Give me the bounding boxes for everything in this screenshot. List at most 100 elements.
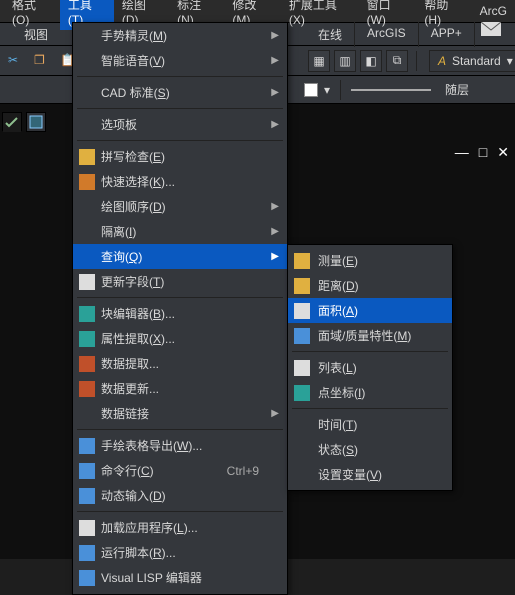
text-style-dropdown[interactable]: A Standard ▾ xyxy=(429,50,515,72)
tools-menu-item[interactable]: 数据链接▶ xyxy=(73,401,287,426)
menu-item-label: 块编辑器(B)... xyxy=(101,305,175,322)
menu-item-label: 快速选择(K)... xyxy=(101,173,175,190)
left-tool-icons: ✂ ❐ 📋 xyxy=(0,53,76,69)
menu-item-icon xyxy=(294,278,310,294)
tools-menu-item[interactable]: CAD 标准(S)▶ xyxy=(73,80,287,105)
table-icon: ▥ xyxy=(339,54,350,68)
tools-menu-item[interactable]: 智能语音(V)▶ xyxy=(73,48,287,73)
tab-app-plus[interactable]: APP+ xyxy=(419,22,475,47)
menu-item-icon xyxy=(79,520,95,536)
query-submenu-item[interactable]: 列表(L) xyxy=(288,355,452,380)
close-icon[interactable]: ✕ xyxy=(497,144,509,161)
grid-icon: ▦ xyxy=(313,54,324,68)
tools-menu-item[interactable]: 加载应用程序(L)... xyxy=(73,515,287,540)
query-submenu-item[interactable]: 时间(T) xyxy=(288,412,452,437)
submenu-arrow-icon: ▶ xyxy=(271,119,279,130)
menu-item-label: 属性提取(X)... xyxy=(101,330,175,347)
minimize-icon[interactable]: — xyxy=(455,144,469,161)
query-submenu-item[interactable]: 面积(A) xyxy=(288,298,452,323)
menu-item-icon xyxy=(294,303,310,319)
query-submenu-item[interactable]: 距离(D) xyxy=(288,273,452,298)
menu-item-icon xyxy=(294,360,310,376)
menu-item-label: 数据链接 xyxy=(101,405,149,422)
separator xyxy=(340,80,341,100)
menu-item-icon xyxy=(294,253,310,269)
tools-menu-item[interactable]: 查询(Q)▶ xyxy=(73,244,287,269)
document-tabs xyxy=(2,112,46,132)
menu-item-icon xyxy=(79,274,95,290)
submenu-arrow-icon: ▶ xyxy=(271,87,279,98)
tab-view[interactable]: 视图 xyxy=(0,22,72,47)
menu-item-label: 加载应用程序(L)... xyxy=(101,519,198,536)
separator xyxy=(416,51,417,71)
tools-menu-item[interactable]: 绘图顺序(D) ▶ xyxy=(73,194,287,219)
linetype-preview xyxy=(351,89,431,91)
tools-menu-item[interactable]: 块编辑器(B)... xyxy=(73,301,287,326)
submenu-arrow-icon: ▶ xyxy=(271,226,279,237)
tab-online[interactable]: 在线 xyxy=(306,22,355,47)
menu-item-icon xyxy=(79,488,95,504)
menu-item-icon xyxy=(79,438,95,454)
chevron-down-icon[interactable]: ▾ xyxy=(324,83,330,97)
linetype-label[interactable]: 随层 xyxy=(445,81,469,98)
menu-item-label: 距离(D) xyxy=(318,277,359,294)
menu-item-icon xyxy=(79,463,95,479)
menu-item-label: 手绘表格导出(W)... xyxy=(101,437,202,454)
doc-tab-2[interactable] xyxy=(26,112,46,132)
menu-item-label: Visual LISP 编辑器 xyxy=(101,569,202,586)
tab-arcgis[interactable]: ArcGIS xyxy=(355,22,419,47)
tools-menu-item[interactable]: 手势精灵(M)▶ xyxy=(73,23,287,48)
menu-item-label: 面域/质量特性(M) xyxy=(318,327,411,344)
query-submenu-item[interactable]: 设置变量(V) xyxy=(288,462,452,487)
submenu-arrow-icon: ▶ xyxy=(271,201,279,212)
tools-menu-item[interactable]: 更新字段(T) xyxy=(73,269,287,294)
panel-icon: ◧ xyxy=(365,54,376,68)
tool-btn-3[interactable]: ◧ xyxy=(360,50,382,72)
menu-item-shortcut: Ctrl+9 xyxy=(227,464,259,478)
tools-menu-item[interactable]: 动态输入(D) xyxy=(73,483,287,508)
menu-item-icon xyxy=(79,570,95,586)
menu-item-label: 状态(S) xyxy=(318,441,358,458)
menu-item-label: 运行脚本(R)... xyxy=(101,544,176,561)
tools-menu: 手势精灵(M)▶智能语音(V)▶ CAD 标准(S)▶ 选项板▶ 拼写检查(E) 快速选… xyxy=(72,22,288,595)
tool-btn-2[interactable]: ▥ xyxy=(334,50,356,72)
menu-item-label: 时间(T) xyxy=(318,416,357,433)
menu-item-label: 命令行(C) xyxy=(101,462,154,479)
query-submenu-item[interactable]: 点坐标(I) xyxy=(288,380,452,405)
menu-item-icon xyxy=(79,306,95,322)
tools-menu-item[interactable]: 命令行(C) Ctrl+9 xyxy=(73,458,287,483)
tools-menu-item[interactable]: Visual LISP 编辑器 xyxy=(73,565,287,590)
menu-item-icon xyxy=(79,545,95,561)
tools-menu-item[interactable]: 选项板▶ xyxy=(73,112,287,137)
right-tabs: 在线 ArcGIS APP+ xyxy=(306,22,501,47)
menu-arcgis[interactable]: ArcG xyxy=(472,1,515,21)
submenu-arrow-icon: ▶ xyxy=(271,55,279,66)
tool-btn-4[interactable]: ⧉ xyxy=(386,50,408,72)
menu-item-icon xyxy=(294,385,310,401)
doc-tab-active[interactable] xyxy=(2,112,22,132)
mail-icon[interactable] xyxy=(481,22,501,36)
menu-item-label: 绘图顺序(D) xyxy=(101,198,166,215)
menu-item-icon xyxy=(79,149,95,165)
query-submenu-item[interactable]: 测量(E) xyxy=(288,248,452,273)
color-swatch[interactable] xyxy=(304,83,318,97)
cut-icon[interactable]: ✂ xyxy=(8,53,24,69)
menu-item-label: 隔离(I) xyxy=(101,223,136,240)
tools-menu-item[interactable]: 属性提取(X)... xyxy=(73,326,287,351)
tools-menu-item[interactable]: 手绘表格导出(W)... xyxy=(73,433,287,458)
menu-item-icon xyxy=(79,356,95,372)
tools-menu-item[interactable]: 数据更新... xyxy=(73,376,287,401)
copy-icon[interactable]: ❐ xyxy=(34,53,50,69)
menu-item-label: 数据提取... xyxy=(101,355,159,372)
tools-menu-item[interactable]: 运行脚本(R)... xyxy=(73,540,287,565)
tools-menu-item[interactable]: 隔离(I) ▶ xyxy=(73,219,287,244)
menu-item-label: 面积(A) xyxy=(318,302,358,319)
tools-menu-item[interactable]: 数据提取... xyxy=(73,351,287,376)
maximize-icon[interactable]: □ xyxy=(479,144,487,161)
tools-menu-item[interactable]: 拼写检查(E) xyxy=(73,144,287,169)
menu-item-label: 列表(L) xyxy=(318,359,357,376)
tool-btn-1[interactable]: ▦ xyxy=(308,50,330,72)
tools-menu-item[interactable]: 快速选择(K)... xyxy=(73,169,287,194)
query-submenu-item[interactable]: 状态(S) xyxy=(288,437,452,462)
query-submenu-item[interactable]: 面域/质量特性(M) xyxy=(288,323,452,348)
